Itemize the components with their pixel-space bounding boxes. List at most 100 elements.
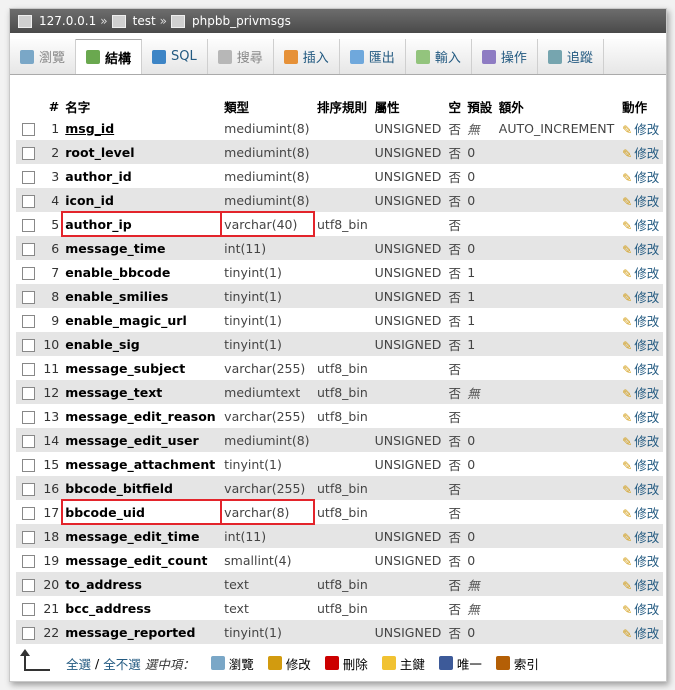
cell-name[interactable]: icon_id (62, 188, 222, 212)
tab-sql[interactable]: SQL (142, 39, 208, 74)
cell-name[interactable]: enable_magic_url (62, 308, 222, 332)
row-checkbox[interactable] (21, 554, 35, 568)
row-checkbox[interactable] (21, 458, 35, 472)
edit-link[interactable]: 修改 (634, 194, 659, 209)
row-checkbox[interactable] (21, 338, 35, 352)
edit-action[interactable]: ✎ 修改 (619, 116, 663, 140)
row-checkbox[interactable] (21, 482, 35, 496)
edit-action[interactable]: ✎ 修改 (619, 428, 663, 452)
edit-action[interactable]: ✎ 修改 (619, 164, 663, 188)
tab-tracking[interactable]: 追蹤 (538, 39, 604, 74)
edit-action[interactable]: ✎ 修改 (619, 356, 663, 380)
bulk-browse-button[interactable]: 瀏覽 (210, 654, 254, 673)
edit-action[interactable]: ✎ 修改 (619, 332, 663, 356)
cell-name[interactable]: message_time (62, 236, 222, 260)
edit-link[interactable]: 修改 (634, 266, 659, 281)
cell-name[interactable]: message_edit_time (62, 524, 222, 548)
cell-name[interactable]: message_attachment (62, 452, 222, 476)
cell-name[interactable]: message_edit_user (62, 428, 222, 452)
edit-link[interactable]: 修改 (634, 386, 659, 401)
tab-import[interactable]: 輸入 (406, 39, 472, 74)
edit-action[interactable]: ✎ 修改 (619, 524, 663, 548)
edit-action[interactable]: ✎ 修改 (619, 500, 663, 524)
edit-action[interactable]: ✎ 修改 (619, 404, 663, 428)
edit-link[interactable]: 修改 (634, 530, 659, 545)
bulk-pencil-button[interactable]: 修改 (267, 654, 311, 673)
cell-name[interactable]: bbcode_bitfield (62, 476, 222, 500)
tab-browse[interactable]: 瀏覽 (10, 39, 77, 74)
row-checkbox[interactable] (21, 578, 35, 592)
tab-search[interactable]: 搜尋 (208, 39, 274, 74)
row-checkbox[interactable] (21, 242, 35, 256)
cell-name[interactable]: msg_id (62, 116, 222, 140)
cell-name[interactable]: message_subject (62, 356, 222, 380)
row-checkbox[interactable] (21, 290, 35, 304)
check-all-link[interactable]: 全選 (66, 654, 91, 673)
edit-action[interactable]: ✎ 修改 (619, 572, 663, 596)
edit-action[interactable]: ✎ 修改 (619, 308, 663, 332)
tab-insert[interactable]: 插入 (274, 39, 340, 74)
edit-link[interactable]: 修改 (634, 554, 659, 569)
row-checkbox[interactable] (21, 170, 35, 184)
edit-link[interactable]: 修改 (634, 290, 659, 305)
edit-link[interactable]: 修改 (634, 482, 659, 497)
row-checkbox[interactable] (21, 266, 35, 280)
edit-link[interactable]: 修改 (634, 146, 659, 161)
row-checkbox[interactable] (21, 506, 35, 520)
bulk-primary-key-button[interactable]: 主鍵 (381, 654, 425, 673)
edit-link[interactable]: 修改 (634, 458, 659, 473)
tab-export[interactable]: 匯出 (340, 39, 406, 74)
edit-action[interactable]: ✎ 修改 (619, 380, 663, 404)
row-checkbox[interactable] (21, 194, 35, 208)
edit-action[interactable]: ✎ 修改 (619, 236, 663, 260)
row-checkbox[interactable] (21, 314, 35, 328)
edit-action[interactable]: ✎ 修改 (619, 260, 663, 284)
row-checkbox[interactable] (21, 434, 35, 448)
breadcrumb-server[interactable]: 127.0.0.1 (39, 14, 96, 28)
cell-name[interactable]: bcc_address (62, 596, 222, 620)
edit-action[interactable]: ✎ 修改 (619, 452, 663, 476)
cell-name[interactable]: root_level (62, 140, 222, 164)
edit-action[interactable]: ✎ 修改 (619, 620, 663, 644)
cell-name[interactable]: message_edit_reason (62, 404, 222, 428)
bulk-delete-button[interactable]: 刪除 (324, 654, 368, 673)
row-checkbox[interactable] (21, 410, 35, 424)
cell-name[interactable]: author_id (62, 164, 222, 188)
edit-action[interactable]: ✎ 修改 (619, 548, 663, 572)
edit-link[interactable]: 修改 (634, 338, 659, 353)
tab-structure[interactable]: 結構 (76, 39, 143, 74)
edit-link[interactable]: 修改 (634, 218, 659, 233)
row-checkbox[interactable] (21, 626, 35, 640)
edit-action[interactable]: ✎ 修改 (619, 284, 663, 308)
row-checkbox[interactable] (21, 122, 35, 136)
cell-name[interactable]: message_edit_count (62, 548, 222, 572)
cell-name[interactable]: author_ip (61, 211, 223, 237)
edit-link[interactable]: 修改 (634, 242, 659, 257)
row-checkbox[interactable] (21, 218, 35, 232)
edit-link[interactable]: 修改 (634, 170, 659, 185)
cell-name[interactable]: message_reported (62, 620, 222, 644)
row-checkbox[interactable] (21, 530, 35, 544)
row-checkbox[interactable] (21, 146, 35, 160)
edit-link[interactable]: 修改 (634, 410, 659, 425)
edit-action[interactable]: ✎ 修改 (619, 476, 663, 500)
edit-link[interactable]: 修改 (634, 314, 659, 329)
edit-link[interactable]: 修改 (634, 578, 659, 593)
bulk-unique-button[interactable]: 唯一 (438, 654, 482, 673)
cell-name[interactable]: message_text (62, 380, 222, 404)
cell-name[interactable]: enable_smilies (62, 284, 222, 308)
row-checkbox[interactable] (21, 362, 35, 376)
tab-operations[interactable]: 操作 (472, 39, 538, 74)
edit-link[interactable]: 修改 (634, 626, 659, 641)
edit-link[interactable]: 修改 (634, 506, 659, 521)
edit-action[interactable]: ✎ 修改 (619, 188, 663, 212)
edit-action[interactable]: ✎ 修改 (619, 140, 663, 164)
edit-link[interactable]: 修改 (634, 434, 659, 449)
cell-name[interactable]: bbcode_uid (61, 499, 223, 525)
edit-action[interactable]: ✎ 修改 (619, 212, 663, 236)
breadcrumb-table[interactable]: phpbb_privmsgs (192, 14, 291, 28)
cell-name[interactable]: enable_bbcode (62, 260, 222, 284)
edit-action[interactable]: ✎ 修改 (619, 596, 663, 620)
breadcrumb-db[interactable]: test (133, 14, 156, 28)
cell-name[interactable]: enable_sig (62, 332, 222, 356)
